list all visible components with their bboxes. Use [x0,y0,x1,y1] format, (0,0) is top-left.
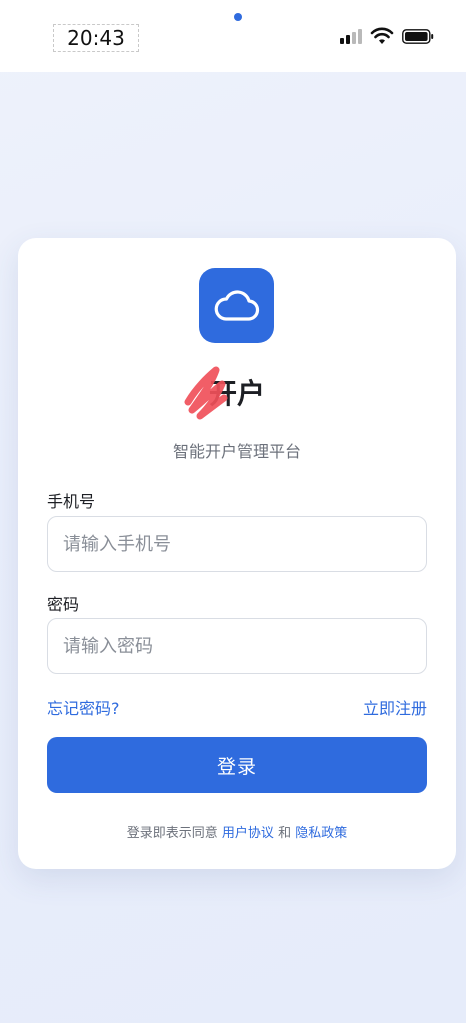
privacy-policy-link[interactable]: 隐私政策 [295,826,347,841]
status-bar: 20:43 [0,0,466,72]
terms-prefix: 登录即表示同意 [126,826,218,841]
status-time: 20:43 [53,24,139,52]
brand-subtitle: 智能开户管理平台 [172,442,301,461]
password-label: 密码 [47,595,80,614]
brand-title: 开户 [208,377,265,410]
register-link[interactable]: 立即注册 [363,695,427,719]
cloud-icon [214,289,259,321]
phone-input[interactable] [47,516,427,572]
signal-icon [340,26,364,46]
forgot-password-link[interactable]: 忘记密码? [47,695,120,719]
login-card: 开户 智能开户管理平台 手机号 密码 忘记密码? 立即注册 登录 登录即表示同意… [18,238,456,869]
redaction-scribble [184,366,228,420]
login-button[interactable]: 登录 [47,737,427,793]
app-logo [199,268,274,343]
battery-icon [402,29,434,44]
terms-and: 和 [278,826,292,841]
wifi-icon [370,27,394,44]
phone-label: 手机号 [47,492,96,511]
camera-indicator-dot [234,13,242,21]
terms-notice: 登录即表示同意 用户协议 和 隐私政策 [18,822,456,841]
password-input[interactable] [47,618,427,674]
user-agreement-link[interactable]: 用户协议 [222,826,274,841]
